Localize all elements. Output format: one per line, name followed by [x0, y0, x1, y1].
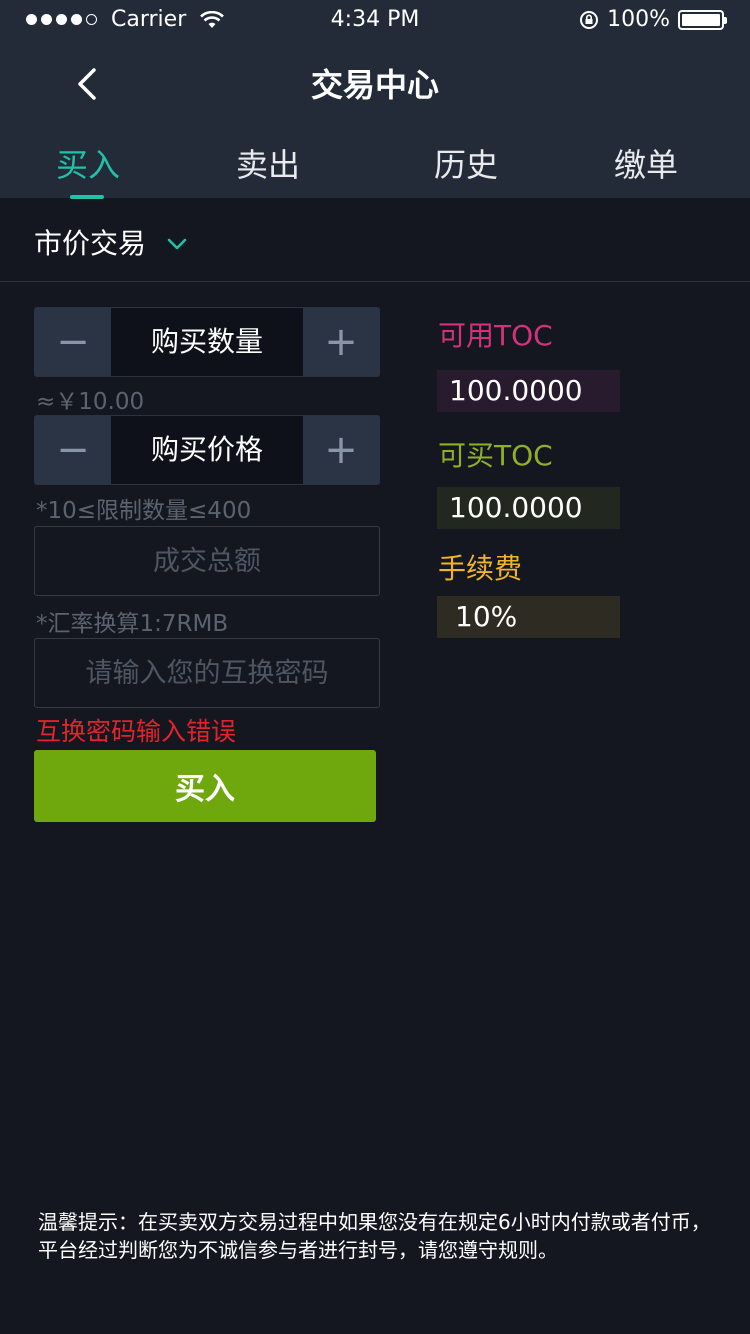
- quantity-label[interactable]: 购买数量: [111, 308, 303, 376]
- fee-label: 手续费: [438, 552, 523, 585]
- price-minus-button[interactable]: −: [35, 416, 111, 484]
- rate-hint: *汇率换算1:7RMB: [36, 611, 229, 637]
- battery-percent: 100%: [607, 7, 670, 32]
- quantity-stepper: − 购买数量 +: [34, 307, 380, 377]
- footer-tip: 温馨提示：在买卖双方交易过程中如果您没有在规定6小时内付款或者付币，平台经过判断…: [38, 1210, 711, 1262]
- total-amount-input[interactable]: [35, 527, 379, 595]
- page-title: 交易中心: [310, 66, 439, 104]
- tab-bar: 买入 卖出 历史 缴单: [0, 138, 750, 198]
- approx-value: ≈￥10.00: [36, 389, 145, 415]
- buyable-toc-label: 可买TOC: [438, 439, 553, 472]
- fee-value: 10%: [437, 596, 620, 638]
- limit-hint: *10≤限制数量≤400: [36, 498, 252, 524]
- active-tab-indicator: [70, 195, 104, 199]
- market-type-select[interactable]: 市价交易: [34, 222, 188, 262]
- divider: [0, 281, 750, 282]
- error-message: 互换密码输入错误: [36, 717, 237, 746]
- quantity-plus-button[interactable]: +: [303, 308, 379, 376]
- tab-history[interactable]: 历史: [396, 140, 536, 186]
- status-bar: Carrier 4:34 PM 100%: [0, 0, 750, 40]
- available-toc-label: 可用TOC: [438, 319, 553, 352]
- orientation-lock-icon: [580, 10, 599, 29]
- price-stepper: − 购买价格 +: [34, 415, 380, 485]
- tab-sell[interactable]: 卖出: [198, 140, 338, 186]
- tab-orders[interactable]: 缴单: [576, 140, 716, 186]
- market-type-value: 市价交易: [34, 227, 147, 260]
- price-plus-button[interactable]: +: [303, 416, 379, 484]
- battery-area: 100%: [579, 7, 727, 32]
- buyable-toc-value: 100.0000: [437, 487, 620, 529]
- battery-icon: [678, 9, 727, 30]
- available-toc-value: 100.0000: [437, 370, 620, 412]
- header: Carrier 4:34 PM 100% 交易中心 买入 卖出 历史 缴单: [0, 0, 750, 199]
- price-label[interactable]: 购买价格: [111, 416, 303, 484]
- buy-button[interactable]: 买入: [34, 750, 376, 822]
- password-input[interactable]: [35, 639, 379, 707]
- password-field: [34, 638, 380, 708]
- tab-buy[interactable]: 买入: [18, 140, 158, 186]
- quantity-minus-button[interactable]: −: [35, 308, 111, 376]
- total-amount-field: [34, 526, 380, 596]
- chevron-down-icon: [167, 238, 187, 250]
